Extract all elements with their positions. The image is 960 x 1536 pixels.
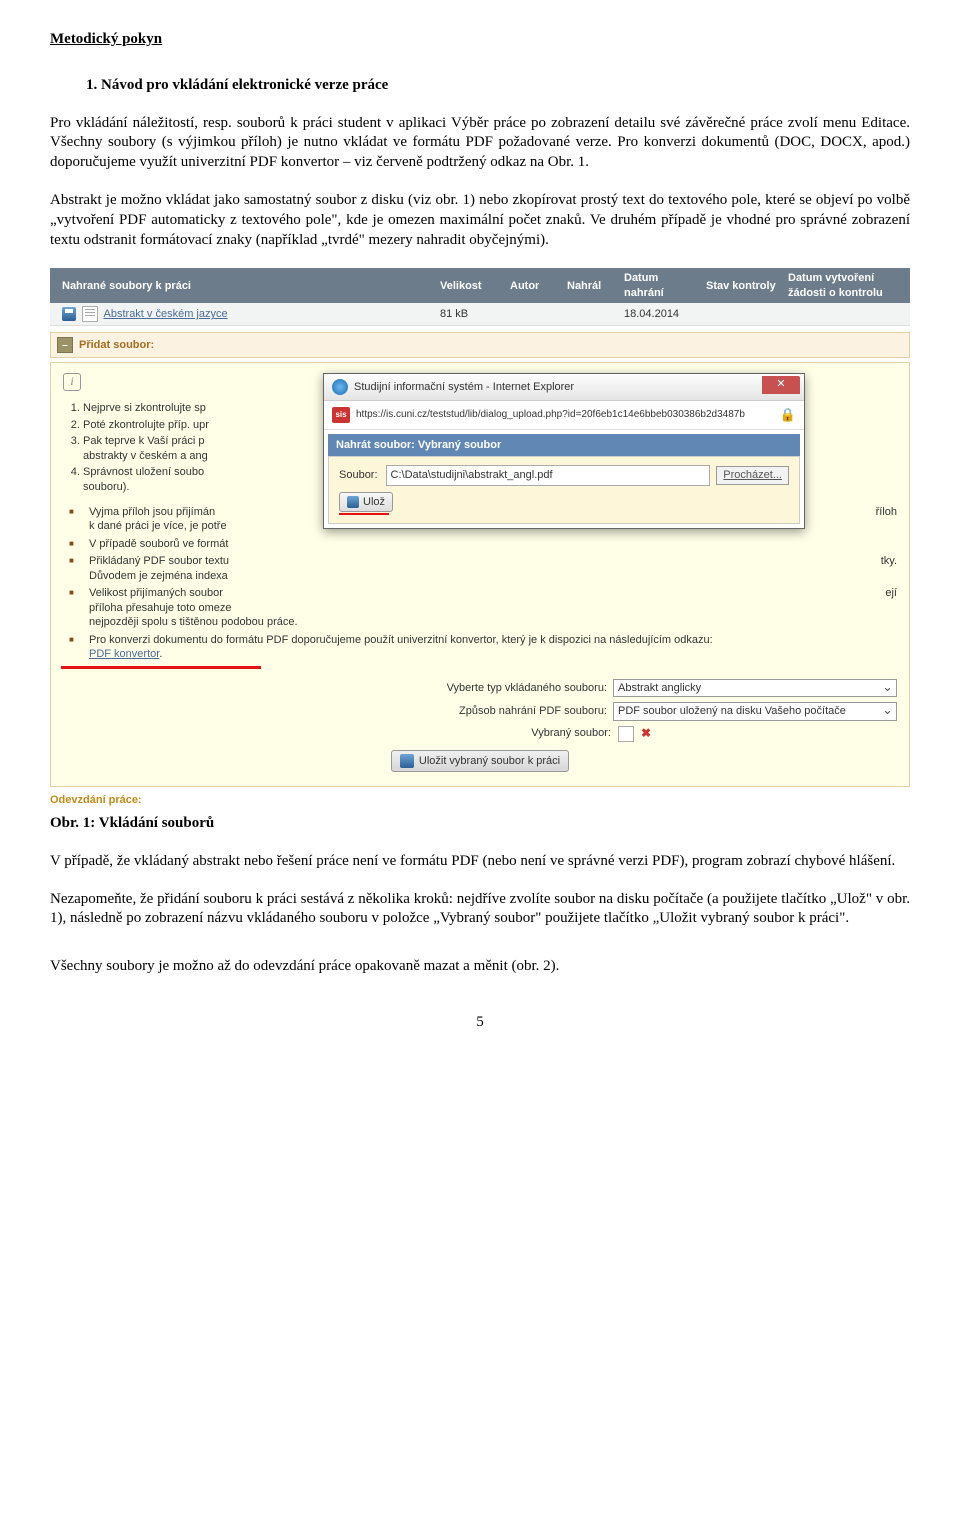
modal-titlebar[interactable]: Studijní informační systém - Internet Ex… [324,374,804,401]
list-item: Přikládaný PDF soubor textutky.Důvodem j… [83,554,897,583]
file-label: Soubor: [339,468,378,483]
file-icon[interactable] [618,726,634,742]
add-file-label: Přidat soubor: [79,338,154,353]
paragraph-4: Nezapomeňte, že přidání souboru k práci … [50,890,910,930]
add-file-panel: i Nejprve si zkontrolujte sp Poté zkontr… [50,362,910,787]
screenshot: Nahrané soubory k práci Velikost Autor N… [50,268,910,808]
section-title: Metodický pokyn [50,30,910,50]
info-bullets: Vyjma příloh jsou přijímánřílohk dané pr… [63,505,897,662]
doc-icon[interactable] [82,306,98,322]
page-number: 5 [50,1013,910,1033]
hdr-date-upload: Datum nahrání [618,271,700,300]
red-highlight [61,666,261,669]
paragraph-3: V případě, že vkládaný abstrakt nebo řeš… [50,852,910,872]
lock-icon: 🔒 [780,406,796,423]
list-item: Velikost přijímaných souborejípříloha př… [83,586,897,630]
file-type-select[interactable]: Abstrakt anglicky [613,679,897,698]
file-type-label: Vyberte typ vkládaného souboru: [447,681,607,696]
hdr-size: Velikost [434,279,504,294]
cell-date: 18.04.2014 [618,307,700,322]
hdr-title: Nahrané soubory k práci [56,279,434,294]
upload-file-label: Uložit vybraný soubor k práci [419,754,560,769]
list-item: Vyjma příloh jsou přijímánřílohk dané pr… [83,505,897,534]
hdr-uploaded-by: Nahrál [561,279,618,294]
selected-file-label: Vybraný soubor: [531,726,611,741]
upload-file-button[interactable]: Uložit vybraný soubor k práci [391,750,569,773]
ie-icon [332,379,348,395]
list-item: Pro konverzi dokumentu do formátu PDF do… [83,633,897,662]
hdr-request-date: Datum vytvoření žádosti o kontrolu [782,271,904,300]
paragraph-5: Všechny soubory je možno až do odevzdání… [50,957,910,977]
sis-badge-icon: sis [332,407,350,423]
help-icon[interactable]: i [63,373,81,391]
cell-size: 81 kB [434,307,504,322]
paragraph-1: Pro vkládání náležitostí, resp. souborů … [50,114,910,173]
collapse-icon[interactable]: – [57,337,73,353]
table-row: Abstrakt v českém jazyce 81 kB 18.04.201… [50,303,910,326]
close-icon[interactable]: ✕ [762,376,800,394]
pdf-convertor-link[interactable]: PDF konvertor [89,648,159,660]
files-table-header: Nahrané soubory k práci Velikost Autor N… [50,268,910,303]
save-icon[interactable] [62,307,76,321]
browse-button[interactable]: Procházet... [716,466,789,485]
figure-caption: Obr. 1: Vkládání souborů [50,814,910,834]
submission-section-header: Odevzdání práce: [50,793,910,808]
file-name-link[interactable]: Abstrakt v českém jazyce [104,308,228,320]
list-item: V případě souborů ve formát [83,537,897,552]
modal-title: Studijní informační systém - Internet Ex… [354,380,574,395]
file-path-input[interactable]: C:\Data\studijni\abstrakt_angl.pdf [386,465,711,486]
subsection-title: 1. Návod pro vkládání elektronické verze… [86,76,910,96]
save-icon [400,754,414,768]
upload-method-select[interactable]: PDF soubor uložený na disku Vašeho počít… [613,702,897,721]
modal-url[interactable]: https://is.cuni.cz/teststud/lib/dialog_u… [356,408,774,421]
modal-address-bar: sis https://is.cuni.cz/teststud/lib/dial… [324,401,804,429]
upload-method-label: Způsob nahrání PDF souboru: [459,704,607,719]
paragraph-2: Abstrakt je možno vkládat jako samostatn… [50,191,910,250]
hdr-author: Autor [504,279,561,294]
modal-blue-bar: Nahrát soubor: Vybraný soubor [328,434,800,457]
remove-icon[interactable]: ✖ [639,727,653,741]
hdr-check-state: Stav kontroly [700,279,782,294]
add-file-header[interactable]: – Přidat soubor: [50,332,910,358]
